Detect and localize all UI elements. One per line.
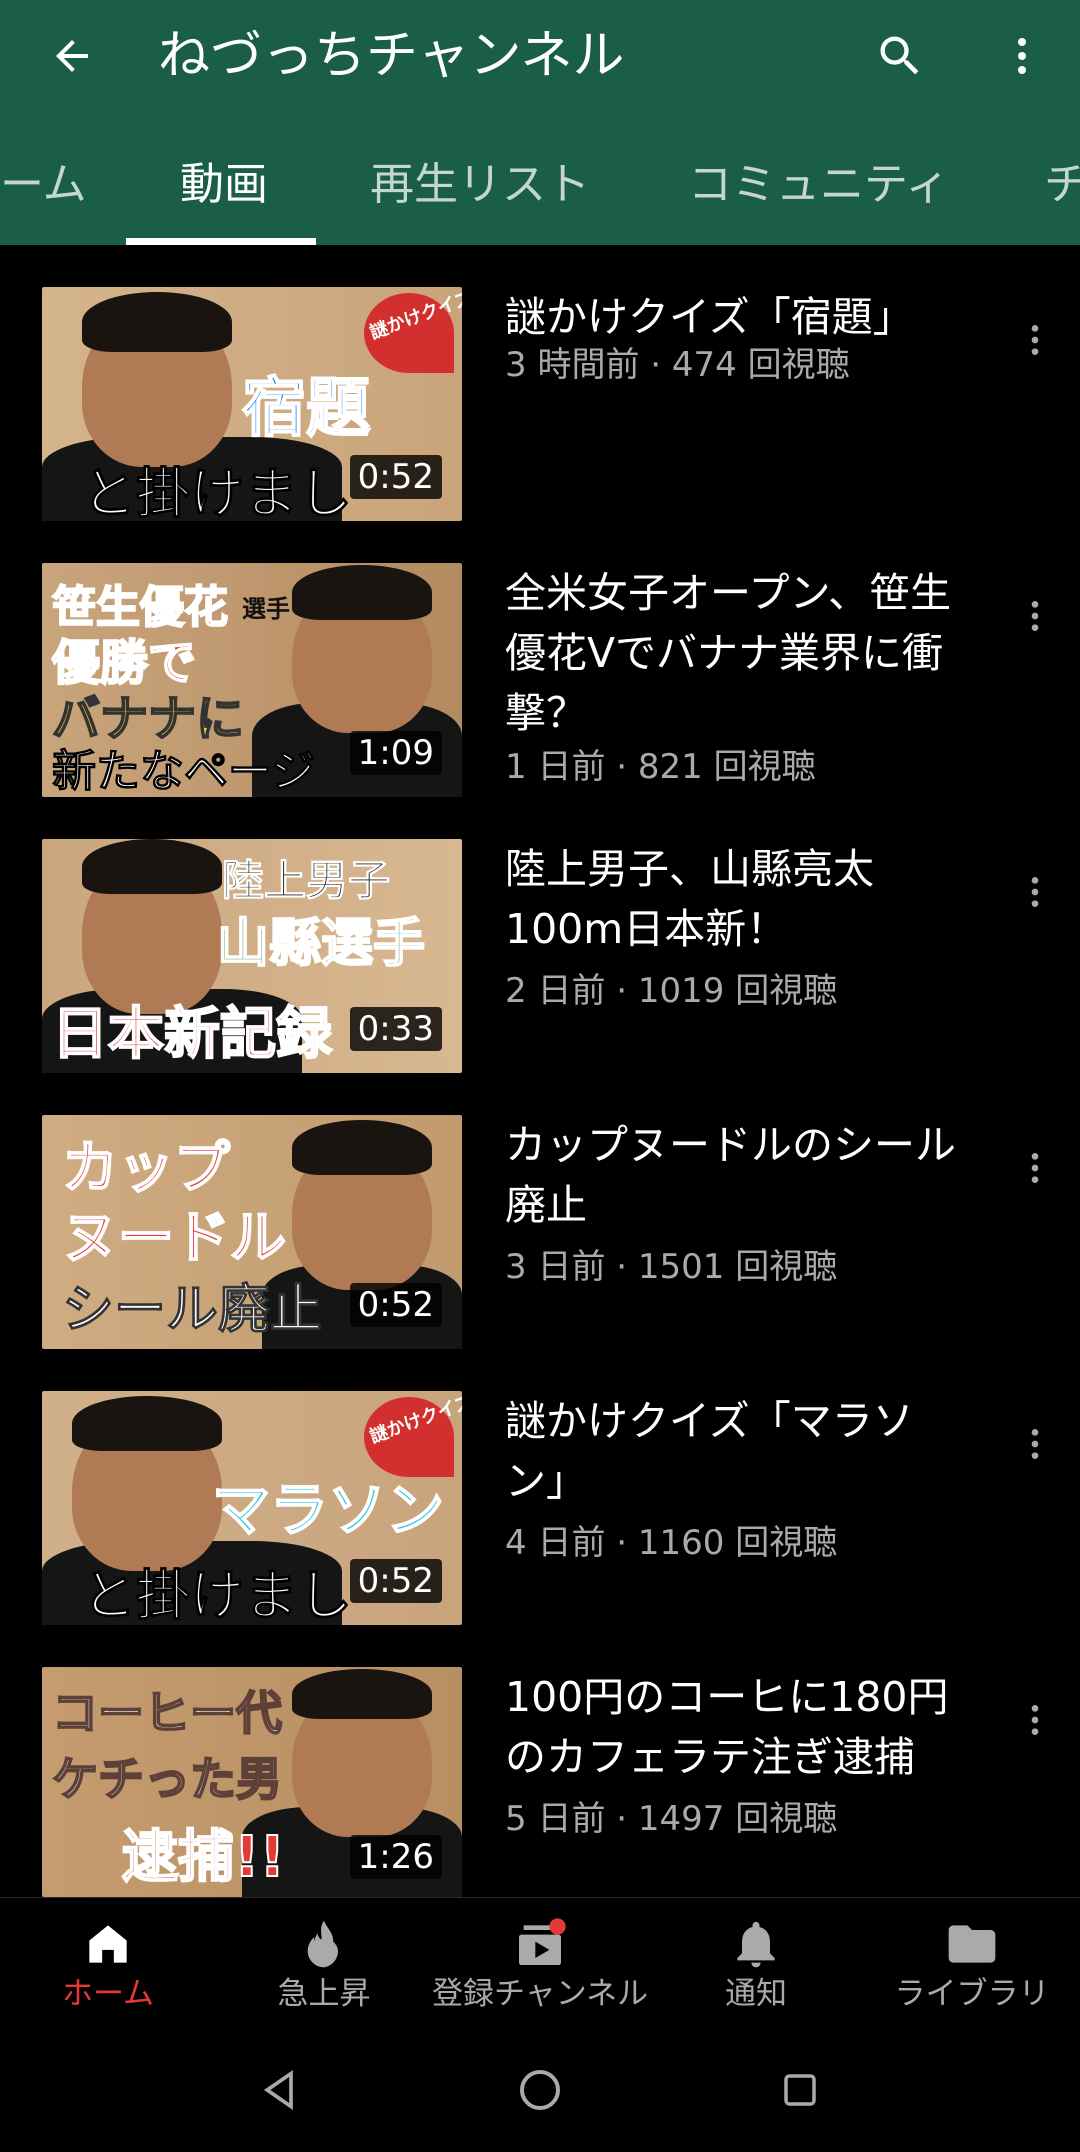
nav-home[interactable]: ホーム xyxy=(0,1898,216,2023)
search-icon xyxy=(880,36,919,75)
more-vert-icon xyxy=(1031,1153,1039,1183)
system-navigation-bar xyxy=(0,2022,1080,2152)
more-vert-icon xyxy=(1031,1705,1039,1735)
video-more-button[interactable] xyxy=(1010,305,1060,375)
video-list-item[interactable]: 陸上男子 山縣選手 日本新記録 0:33 陸上男子、山縣亮太100m日本新！ 2… xyxy=(0,839,1080,1115)
channel-title: ねづっちチャンネル xyxy=(158,26,625,86)
tab-channels[interactable]: チ xyxy=(1044,157,1080,213)
more-vert-icon xyxy=(1031,325,1039,355)
video-meta: 3 日前 · 1501 回視聴 xyxy=(505,1247,838,1287)
video-list-item[interactable]: 笹生優花 選手 優勝で バナナに 新たなページ 1:09 全米女子オープン、笹生… xyxy=(0,563,1080,839)
tab-community[interactable]: コミュニティ xyxy=(688,157,949,213)
video-list-item[interactable]: コーヒー代 ケチった男 逮捕!! 1:26 100円のコーヒに180円のカフェラ… xyxy=(0,1667,1080,1897)
video-duration: 0:33 xyxy=(349,1007,442,1051)
video-more-button[interactable] xyxy=(1010,1685,1060,1755)
thumbnail-caption: 陸上男子 xyxy=(221,856,391,906)
thumbnail-caption: と掛けまし xyxy=(82,462,353,522)
square-recents-icon xyxy=(784,2074,816,2106)
video-thumbnail[interactable]: カップ ヌードル シール廃止 0:52 xyxy=(42,1115,462,1349)
back-button[interactable] xyxy=(32,16,112,96)
tab-home[interactable]: ーム xyxy=(0,157,87,213)
video-meta: 2 日前 · 1019 回視聴 xyxy=(505,971,838,1011)
thumbnail-caption: と掛けまし xyxy=(82,1564,353,1626)
bell-icon xyxy=(737,1921,775,1968)
video-meta: 1 日前 · 821 回視聴 xyxy=(505,747,816,787)
video-more-button[interactable] xyxy=(1010,581,1060,651)
thumbnail-caption: コーヒー代 xyxy=(51,1685,283,1741)
system-back-button[interactable] xyxy=(250,2060,310,2120)
video-title[interactable]: 謎かけクイズ「宿題」 xyxy=(505,287,975,347)
thumbnail-caption: 選手 xyxy=(242,595,290,623)
notification-dot xyxy=(549,1918,566,1935)
nav-subscriptions[interactable]: 登録チャンネル xyxy=(432,1898,648,2023)
active-tab-indicator xyxy=(126,238,316,245)
video-title[interactable]: 全米女子オープン、笹生優花Vでバナナ業界に衝撃？ xyxy=(505,563,975,743)
thumbnail-caption: 山縣選手 xyxy=(216,913,426,975)
video-thumbnail[interactable]: コーヒー代 ケチった男 逮捕!! 1:26 xyxy=(42,1667,462,1897)
video-duration: 0:52 xyxy=(349,455,442,499)
thumbnail-caption: マラソン xyxy=(211,1475,445,1545)
video-title[interactable]: カップヌードルのシール廃止 xyxy=(505,1115,975,1235)
home-icon xyxy=(89,1925,127,1963)
thumbnail-caption: 新たなページ xyxy=(51,746,316,798)
video-meta: 4 日前 · 1160 回視聴 xyxy=(505,1523,838,1563)
arrow-back-icon xyxy=(56,40,88,72)
bottom-navigation: ホーム 急上昇 登録チャンネル 通知 ライブラリ xyxy=(0,1897,1080,2023)
video-duration: 0:52 xyxy=(349,1559,442,1603)
video-duration: 1:09 xyxy=(349,731,442,775)
nav-trending[interactable]: 急上昇 xyxy=(216,1898,432,2023)
more-vert-icon xyxy=(1031,877,1039,907)
thumbnail-caption: ケチった男 xyxy=(51,1751,283,1807)
trending-fire-icon xyxy=(307,1920,339,1968)
nav-label: 急上昇 xyxy=(277,1976,371,2012)
video-thumbnail[interactable]: 笹生優花 選手 優勝で バナナに 新たなページ 1:09 xyxy=(42,563,462,797)
video-thumbnail[interactable]: 陸上男子 山縣選手 日本新記録 0:33 xyxy=(42,839,462,1073)
video-duration: 0:52 xyxy=(349,1283,442,1327)
more-vert-icon xyxy=(1031,1429,1039,1459)
circle-home-icon xyxy=(520,2070,560,2110)
video-title[interactable]: 100円のコーヒに180円のカフェラテ注ぎ逮捕 xyxy=(505,1667,975,1787)
video-list-item[interactable]: 謎かけクイズ 宿題 と掛けまし 0:52 謎かけクイズ「宿題」 3 時間前 · … xyxy=(0,287,1080,563)
thumbnail-caption: カップ xyxy=(61,1135,231,1202)
folder-icon xyxy=(948,1925,996,1963)
nav-label: 登録チャンネル xyxy=(432,1976,649,2012)
video-more-button[interactable] xyxy=(1010,1409,1060,1479)
system-home-button[interactable] xyxy=(510,2060,570,2120)
video-title[interactable]: 陸上男子、山縣亮太100m日本新！ xyxy=(505,839,975,959)
nav-label: ホーム xyxy=(61,1976,155,2012)
video-thumbnail[interactable]: 謎かけクイズ マラソン と掛けまし 0:52 xyxy=(42,1391,462,1625)
more-vert-icon xyxy=(1031,601,1039,631)
nav-notifications[interactable]: 通知 xyxy=(648,1898,864,2023)
video-meta: 5 日前 · 1497 回視聴 xyxy=(505,1799,838,1839)
thumbnail-caption: シール廃止 xyxy=(61,1280,323,1341)
thumbnail-caption: ヌードル xyxy=(61,1205,287,1272)
video-more-button[interactable] xyxy=(1010,1133,1060,1203)
app-header: ねづっちチャンネル ーム 動画 再生リスト コミュニティ チ xyxy=(0,0,1080,245)
nav-label: ライブラリ xyxy=(894,1976,1050,2012)
tab-playlists[interactable]: 再生リスト xyxy=(370,157,590,213)
video-more-button[interactable] xyxy=(1010,857,1060,927)
nav-label: 通知 xyxy=(725,1976,787,2012)
video-thumbnail[interactable]: 謎かけクイズ 宿題 と掛けまし 0:52 xyxy=(42,287,462,521)
more-options-button[interactable] xyxy=(982,16,1062,96)
search-button[interactable] xyxy=(860,16,940,96)
channel-tabs: ーム 動画 再生リスト コミュニティ チ xyxy=(0,135,1080,245)
system-recents-button[interactable] xyxy=(770,2060,830,2120)
thumbnail-caption: 逮捕!! xyxy=(121,1824,286,1891)
video-meta: 3 時間前 · 474 回視聴 xyxy=(505,345,850,385)
nav-library[interactable]: ライブラリ xyxy=(864,1898,1080,2023)
tab-videos[interactable]: 動画 xyxy=(180,157,268,213)
video-title[interactable]: 謎かけクイズ「マラソン」 xyxy=(505,1391,975,1511)
video-list-item[interactable]: カップ ヌードル シール廃止 0:52 カップヌードルのシール廃止 3 日前 ·… xyxy=(0,1115,1080,1391)
thumbnail-caption: 宿題 xyxy=(241,371,371,447)
more-vert-icon xyxy=(1018,38,1026,74)
subscriptions-icon xyxy=(519,1918,566,1965)
video-list-item[interactable]: 謎かけクイズ マラソン と掛けまし 0:52 謎かけクイズ「マラソン」 4 日前… xyxy=(0,1391,1080,1667)
triangle-back-icon xyxy=(263,2070,293,2110)
video-duration: 1:26 xyxy=(349,1835,442,1879)
thumbnail-caption: 日本新記録 xyxy=(51,1001,333,1068)
